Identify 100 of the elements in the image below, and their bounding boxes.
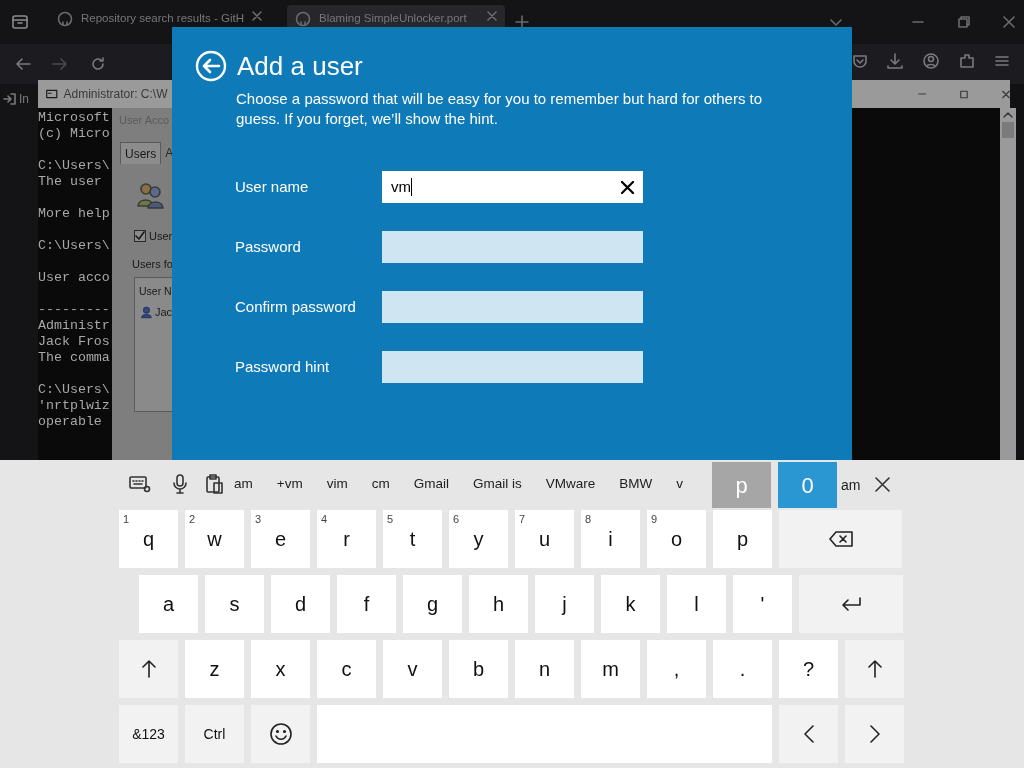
shift-icon [140,660,157,678]
suggestion[interactable]: v [668,469,691,499]
key[interactable]: 6 y [449,510,508,568]
suggestion[interactable]: cm [363,469,398,499]
console-line: --------- [38,302,110,318]
key[interactable]: f [337,575,396,633]
checkbox[interactable] [134,230,146,243]
clipboard-icon[interactable] [205,474,223,494]
checkbox-label: User [149,229,172,244]
tab-list-icon[interactable] [11,13,29,31]
input-field[interactable] [382,291,643,323]
console-line: C:\Users\ [38,382,110,398]
field-label: Confirm password [235,296,357,317]
console-line: Microsoft [38,110,110,126]
scroll-up-icon[interactable] [1003,112,1013,118]
suggestion[interactable]: BMW [611,469,661,499]
menu-icon[interactable] [994,53,1010,69]
console-line: The comma [38,350,110,366]
close-icon[interactable] [875,477,890,492]
suggestion[interactable]: am [226,469,261,499]
key[interactable]: &123 [119,705,178,763]
key[interactable]: 1 q [119,510,178,568]
suggestion[interactable]: Gmail [405,469,457,499]
suggestion[interactable]: VMware [537,469,604,499]
key[interactable]: ' [733,575,792,633]
input-field[interactable] [382,231,643,263]
key[interactable]: 2 w [185,510,244,568]
back-icon[interactable] [195,50,227,82]
key[interactable] [251,705,310,763]
key[interactable]: , [647,640,706,698]
keyboard-settings-icon[interactable] [129,475,151,493]
clear-icon[interactable] [621,180,634,194]
key[interactable]: 8 i [581,510,640,568]
key[interactable]: z [185,640,244,698]
forward-arrow-icon[interactable] [52,56,68,72]
column-header: User N [139,284,172,299]
new-tab-icon[interactable] [515,15,529,29]
enter-icon [841,597,861,611]
key[interactable]: k [601,575,660,633]
key[interactable]: Ctrl [185,705,244,763]
text-field[interactable]: vm [382,171,643,203]
back-arrow-icon[interactable] [15,56,31,72]
user-icon [140,305,153,319]
dialog-description: Choose a password that will be easy for you to remember but hard for others to guess. If you forget, we’ll show the hint. [236,89,764,129]
key[interactable]: l [667,575,726,633]
reload-icon[interactable] [90,56,106,72]
suggestion[interactable]: +vm [268,469,311,499]
key[interactable]: v [383,640,442,698]
key[interactable]: p [713,510,772,568]
shift-icon [866,660,883,678]
browser-tab[interactable]: Repository search results - GitH [49,5,267,39]
extensions-icon[interactable] [958,52,976,70]
key[interactable]: d [271,575,330,633]
key[interactable]: a [139,575,198,633]
microphone-icon[interactable] [172,474,188,494]
sign-in-icon[interactable] [3,92,17,106]
key-hint: 2 [189,512,196,527]
pocket-icon[interactable] [852,53,868,69]
key-hint: 5 [387,512,394,527]
maximize-icon[interactable] [960,88,969,100]
key[interactable]: g [403,575,462,633]
key[interactable]: b [449,640,508,698]
console-line: More help [38,206,110,222]
dialog-tab[interactable]: Users [120,142,162,164]
key[interactable]: 4 r [317,510,376,568]
key[interactable]: j [535,575,594,633]
key[interactable]: 7 u [515,510,574,568]
key[interactable]: . [713,640,772,698]
scrollbar[interactable] [1000,108,1016,460]
console-line: (c) Micro [38,126,110,142]
console-icon [46,88,58,100]
field-label: Password hint [235,356,331,377]
key[interactable]: x [251,640,310,698]
key-hint: 7 [519,512,526,527]
suggestion[interactable]: vim [318,469,356,499]
console-line: 'nrtplwiz [38,398,110,414]
scroll-thumb[interactable] [1002,122,1014,138]
field-label: Password [235,236,302,257]
key-hint: 1 [123,512,130,527]
key[interactable]: 5 t [383,510,442,568]
key[interactable]: m [581,640,640,698]
input-field[interactable] [382,351,643,383]
suggestion[interactable]: am [841,470,861,500]
key[interactable]: c [317,640,376,698]
key[interactable]: ? [779,640,838,698]
suggestion[interactable]: Gmail is [464,469,530,499]
key[interactable]: 3 e [251,510,310,568]
key-hint: 3 [255,512,262,527]
window-title: Administrator: C:\W [63,86,168,103]
console-line: Administr [38,318,110,334]
key[interactable]: 9 o [647,510,706,568]
key[interactable]: n [515,640,574,698]
sidebar-label: In [19,91,29,108]
download-icon[interactable] [886,52,904,70]
restore-icon[interactable] [958,16,970,28]
list-row[interactable]: Jac [154,303,172,321]
console-line: User acco [38,270,110,286]
account-icon[interactable] [922,52,940,70]
key[interactable]: s [205,575,264,633]
key[interactable]: h [469,575,528,633]
